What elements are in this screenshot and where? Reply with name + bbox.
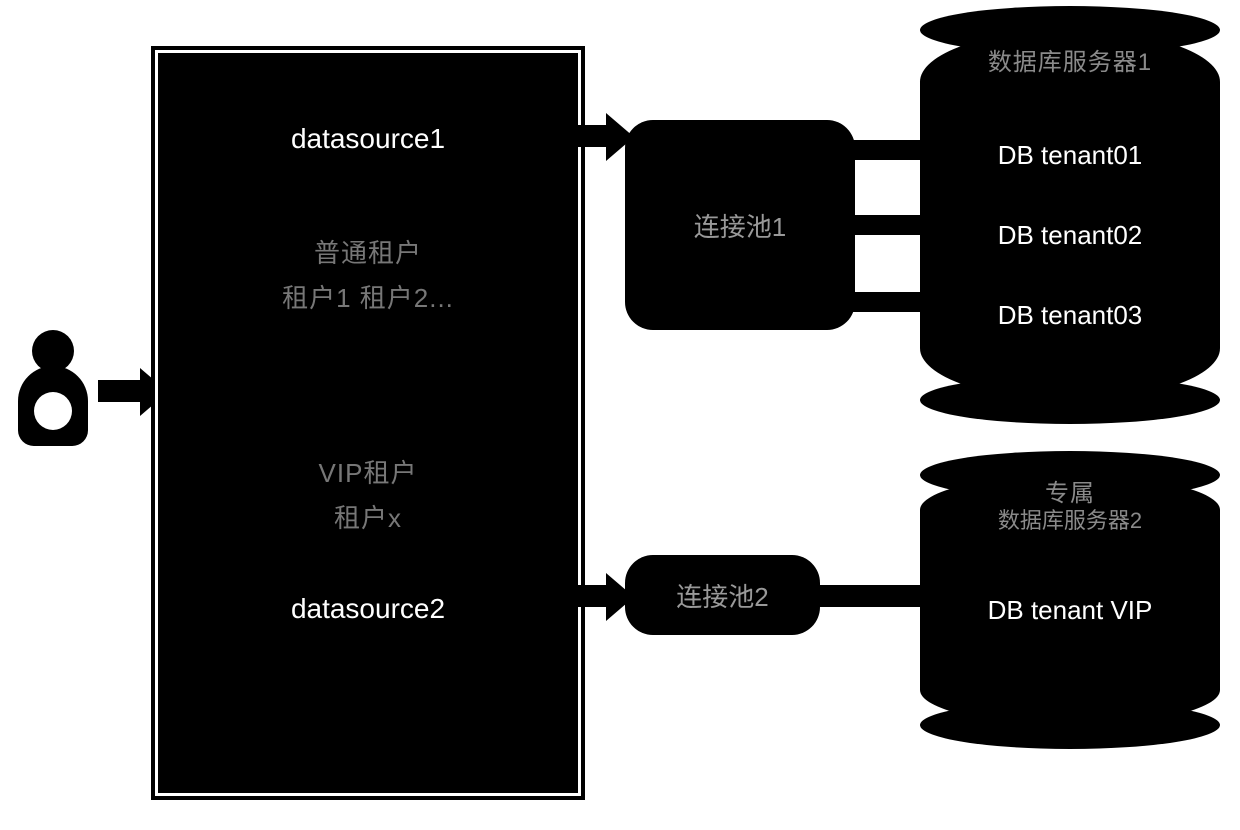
db-tenant01-label: DB tenant01 <box>920 140 1220 171</box>
db-server1-title: 数据库服务器1 <box>920 42 1220 77</box>
datasource-router-box: datasource1 普通租户 租户1 租户2... VIP租户 租户x da… <box>155 50 581 796</box>
link-pool1-db2 <box>852 215 930 235</box>
user-icon <box>8 330 98 460</box>
datasource2-label: datasource2 <box>158 593 578 625</box>
link-pool1-db1 <box>852 140 930 160</box>
database-server-1: 数据库服务器1 DB tenant01 DB tenant02 DB tenan… <box>920 30 1220 400</box>
db-server2-title-line2: 数据库服务器2 <box>920 503 1220 535</box>
db-tenant02-label: DB tenant02 <box>920 220 1220 251</box>
datasource1-label: datasource1 <box>158 123 578 155</box>
link-pool1-db3 <box>852 292 930 312</box>
connection-pool-2: 连接池2 <box>625 555 820 635</box>
pool2-label: 连接池2 <box>676 577 768 614</box>
diagram-canvas: datasource1 普通租户 租户1 租户2... VIP租户 租户x da… <box>0 0 1240 830</box>
db-tenant-vip-label: DB tenant VIP <box>920 595 1220 626</box>
common-tenant-list: 租户1 租户2... <box>158 278 578 315</box>
link-pool2-dbvip <box>818 585 928 607</box>
vip-tenant-list: 租户x <box>158 498 578 535</box>
db-tenant03-label: DB tenant03 <box>920 300 1220 331</box>
database-server-2: 专属 数据库服务器2 DB tenant VIP <box>920 475 1220 725</box>
pool1-label: 连接池1 <box>694 207 786 244</box>
vip-tenant-title: VIP租户 <box>158 453 578 490</box>
connection-pool-1: 连接池1 <box>625 120 855 330</box>
common-tenant-title: 普通租户 <box>158 233 578 270</box>
